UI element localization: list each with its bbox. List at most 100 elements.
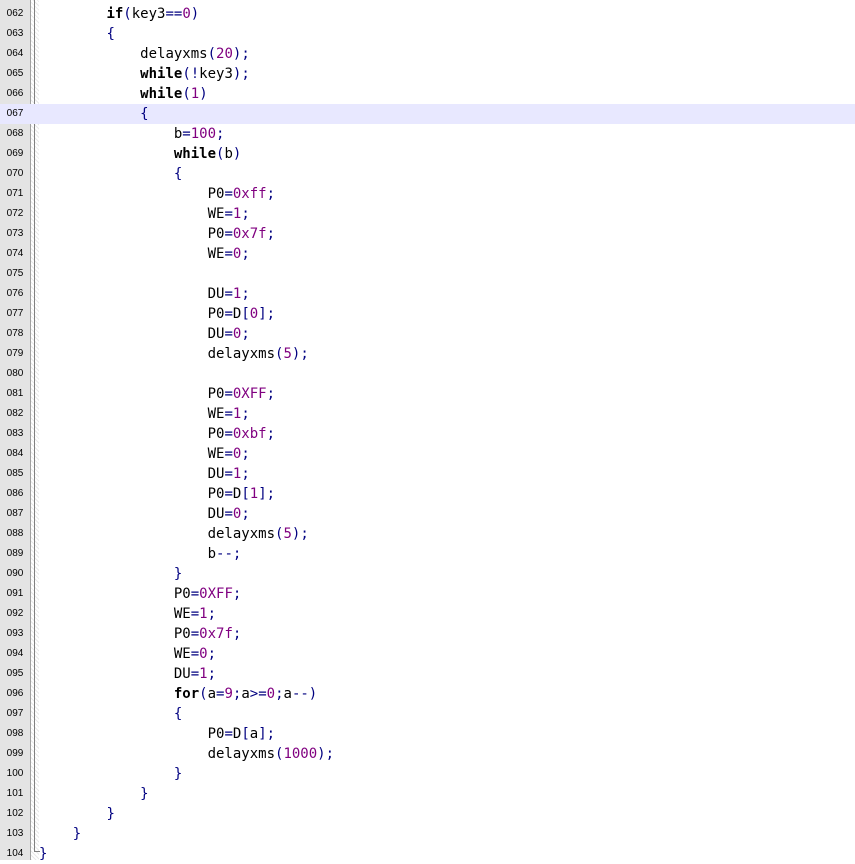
- indent-token: [39, 286, 208, 302]
- code-text[interactable]: DU=1;: [39, 664, 216, 684]
- code-line[interactable]: 083 P0=0xbf;: [0, 424, 855, 444]
- code-line[interactable]: 087 DU=0;: [0, 504, 855, 524]
- code-line[interactable]: 070 {: [0, 164, 855, 184]
- code-text[interactable]: P0=0XFF;: [39, 384, 275, 404]
- operator-token: ;: [241, 506, 250, 522]
- code-line[interactable]: 095 DU=1;: [0, 664, 855, 684]
- code-text[interactable]: }: [39, 564, 182, 584]
- code-text[interactable]: WE=1;: [39, 404, 250, 424]
- code-text[interactable]: {: [39, 104, 148, 124]
- code-line[interactable]: 096 for(a=9;a>=0;a--): [0, 684, 855, 704]
- code-text[interactable]: for(a=9;a>=0;a--): [39, 684, 317, 704]
- code-text[interactable]: P0=D[0];: [39, 304, 275, 324]
- code-lines[interactable]: 062 if(key3==0) 063 {064 delayxms(20); 065…: [0, 4, 855, 864]
- code-line[interactable]: 066 while(1): [0, 84, 855, 104]
- code-line[interactable]: 075: [0, 264, 855, 284]
- code-line[interactable]: 099 delayxms(1000);: [0, 744, 855, 764]
- code-editor[interactable]: 062 if(key3==0) 063 {064 delayxms(20); 065…: [0, 0, 855, 862]
- code-line[interactable]: 100 }: [0, 764, 855, 784]
- code-text[interactable]: }: [39, 824, 81, 844]
- code-text[interactable]: while(b): [39, 144, 241, 164]
- code-text[interactable]: WE=0;: [39, 444, 250, 464]
- code-text[interactable]: {: [39, 704, 182, 724]
- code-line[interactable]: 103 }: [0, 824, 855, 844]
- code-line[interactable]: 079 delayxms(5);: [0, 344, 855, 364]
- code-line[interactable]: 063 {: [0, 24, 855, 44]
- code-line[interactable]: 081 P0=0XFF;: [0, 384, 855, 404]
- code-line[interactable]: 091 P0=0XFF;: [0, 584, 855, 604]
- code-line[interactable]: 093 P0=0x7f;: [0, 624, 855, 644]
- code-text[interactable]: P0=0x7f;: [39, 624, 241, 644]
- code-text[interactable]: while(1): [39, 84, 207, 104]
- code-text[interactable]: DU=1;: [39, 284, 250, 304]
- code-line[interactable]: 098 P0=D[a];: [0, 724, 855, 744]
- code-line[interactable]: 104}: [0, 844, 855, 864]
- code-line[interactable]: 073 P0=0x7f;: [0, 224, 855, 244]
- code-line[interactable]: 094 WE=0;: [0, 644, 855, 664]
- code-text[interactable]: P0=0xbf;: [39, 424, 275, 444]
- code-line[interactable]: 085 DU=1;: [0, 464, 855, 484]
- operator-token: =: [190, 646, 200, 662]
- line-number: 082: [6, 408, 24, 419]
- code-line[interactable]: 078 DU=0;: [0, 324, 855, 344]
- code-text[interactable]: DU=1;: [39, 464, 250, 484]
- code-text[interactable]: {: [39, 164, 182, 184]
- line-number: 062: [6, 8, 24, 19]
- code-line[interactable]: 077 P0=D[0];: [0, 304, 855, 324]
- code-text[interactable]: }: [39, 804, 114, 824]
- code-line[interactable]: 062 if(key3==0): [0, 4, 855, 24]
- current-code-line[interactable]: 067 {: [0, 104, 855, 124]
- code-text[interactable]: P0=0xff;: [39, 184, 275, 204]
- code-line[interactable]: 064 delayxms(20);: [0, 44, 855, 64]
- code-text[interactable]: P0=0XFF;: [39, 584, 241, 604]
- operator-token: ;: [266, 426, 276, 442]
- code-line[interactable]: 101 }: [0, 784, 855, 804]
- code-text[interactable]: }: [39, 784, 148, 804]
- number-token: 0XFF: [199, 586, 233, 602]
- code-line[interactable]: 074 WE=0;: [0, 244, 855, 264]
- identifier-token: a: [283, 686, 292, 702]
- code-line[interactable]: 089 b--;: [0, 544, 855, 564]
- code-text[interactable]: P0=D[a];: [39, 724, 275, 744]
- code-line[interactable]: 092 WE=1;: [0, 604, 855, 624]
- code-line[interactable]: 076 DU=1;: [0, 284, 855, 304]
- code-line[interactable]: 069 while(b): [0, 144, 855, 164]
- code-line[interactable]: 082 WE=1;: [0, 404, 855, 424]
- code-text[interactable]: DU=0;: [39, 324, 250, 344]
- code-text[interactable]: b=100;: [39, 124, 225, 144]
- code-text[interactable]: WE=1;: [39, 204, 250, 224]
- code-text[interactable]: P0=0x7f;: [39, 224, 275, 244]
- code-text[interactable]: b--;: [39, 544, 242, 564]
- identifier-token: P0: [207, 726, 225, 742]
- identifier-token: P0: [207, 486, 225, 502]
- code-text[interactable]: P0=D[1];: [39, 484, 275, 504]
- code-text[interactable]: DU=0;: [39, 504, 250, 524]
- operator-token: ;: [241, 446, 250, 462]
- code-text[interactable]: delayxms(5);: [39, 524, 309, 544]
- code-line[interactable]: 102 }: [0, 804, 855, 824]
- code-text[interactable]: delayxms(20);: [39, 44, 250, 64]
- code-text[interactable]: WE=0;: [39, 644, 216, 664]
- code-line[interactable]: 084 WE=0;: [0, 444, 855, 464]
- code-line[interactable]: 086 P0=D[1];: [0, 484, 855, 504]
- code-text[interactable]: delayxms(1000);: [39, 744, 334, 764]
- operator-token: ];: [258, 306, 276, 322]
- code-line[interactable]: 080: [0, 364, 855, 384]
- code-line[interactable]: 065 while(!key3);: [0, 64, 855, 84]
- code-text[interactable]: while(!key3);: [39, 64, 250, 84]
- code-text[interactable]: }: [39, 764, 182, 784]
- code-line[interactable]: 068 b=100;: [0, 124, 855, 144]
- code-line[interactable]: 072 WE=1;: [0, 204, 855, 224]
- code-text[interactable]: WE=0;: [39, 244, 250, 264]
- code-text[interactable]: WE=1;: [39, 604, 216, 624]
- code-line[interactable]: 071 P0=0xff;: [0, 184, 855, 204]
- code-text[interactable]: delayxms(5);: [39, 344, 309, 364]
- line-number: 068: [6, 128, 24, 139]
- code-line[interactable]: 088 delayxms(5);: [0, 524, 855, 544]
- code-line[interactable]: 090 }: [0, 564, 855, 584]
- code-text[interactable]: }: [39, 844, 47, 864]
- code-text[interactable]: {: [39, 24, 115, 44]
- operator-token: {: [106, 26, 115, 42]
- code-text[interactable]: if(key3==0): [39, 4, 199, 24]
- code-line[interactable]: 097 {: [0, 704, 855, 724]
